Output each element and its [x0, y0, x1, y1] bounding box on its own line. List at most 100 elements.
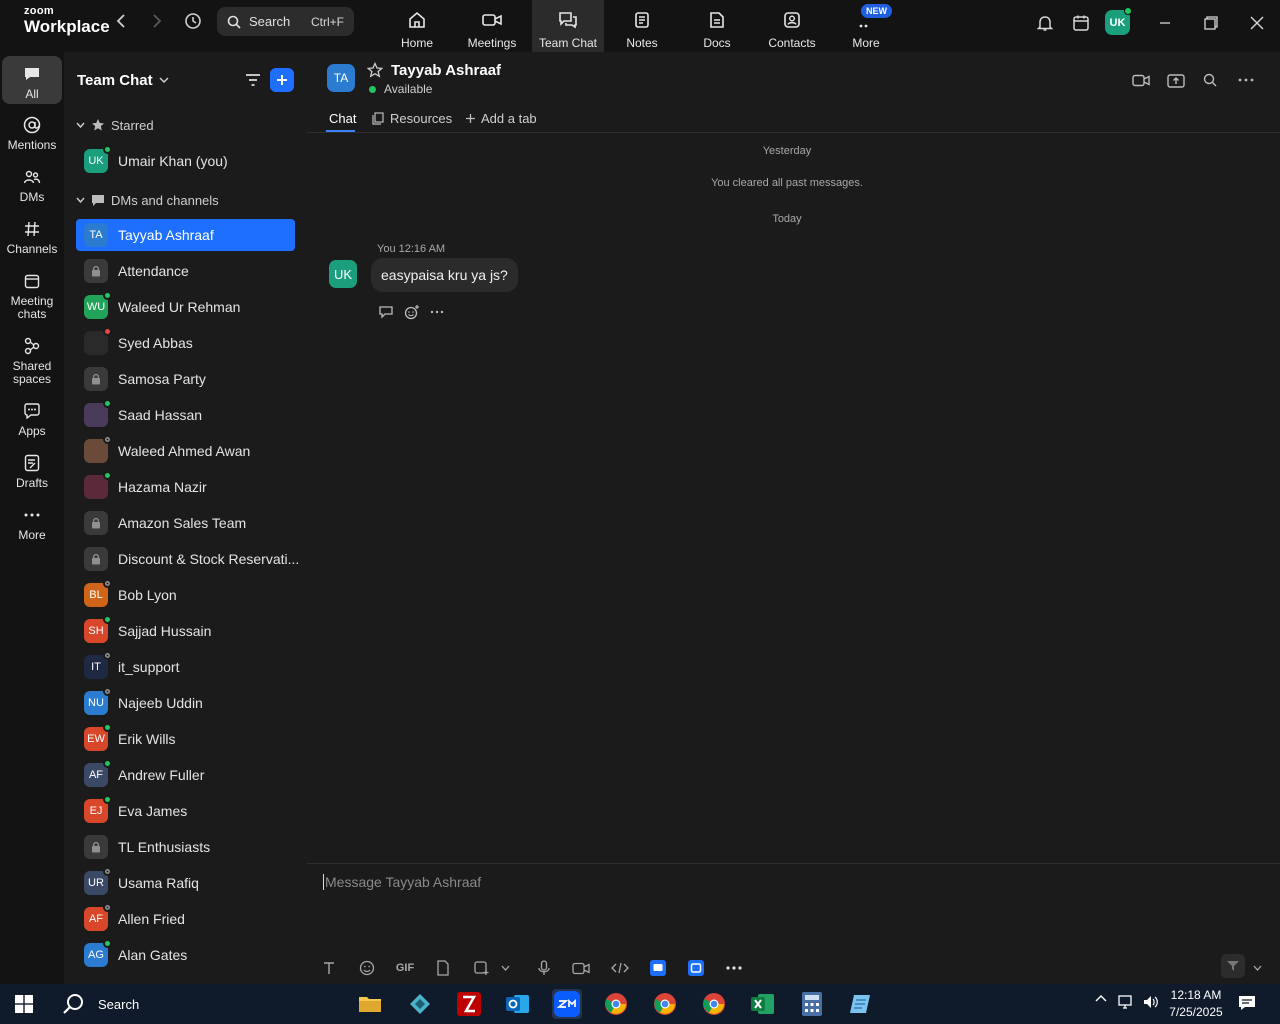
tab-notes[interactable]: Notes [606, 0, 678, 52]
send-options-chevron-icon[interactable] [1246, 958, 1268, 978]
tab-docs[interactable]: Docs [681, 0, 753, 52]
gif-button[interactable]: GIF [394, 958, 416, 978]
message-bubble[interactable]: easypaisa kru ya js? [371, 258, 518, 292]
tab-resources[interactable]: Resources [372, 108, 452, 128]
rail-dms[interactable]: DMs [2, 166, 62, 204]
outlook-icon[interactable] [503, 989, 533, 1019]
forward-button[interactable] [146, 10, 168, 32]
chrome-profile-2-icon[interactable] [699, 989, 729, 1019]
list-item[interactable]: Syed Abbas [76, 327, 295, 359]
format-text-icon[interactable] [318, 958, 340, 978]
tab-home[interactable]: Home [381, 0, 453, 52]
list-item[interactable]: AG Alan Gates [76, 939, 295, 971]
close-icon[interactable] [1246, 12, 1268, 34]
star-outline-icon[interactable] [367, 62, 383, 78]
filter-icon[interactable] [243, 70, 263, 90]
tab-meetings[interactable]: Meetings [456, 0, 528, 52]
list-item[interactable]: EW Erik Wills [76, 723, 295, 755]
list-item[interactable]: SH Sajjad Hussain [76, 615, 295, 647]
list-item[interactable]: Hazama Nazir [76, 471, 295, 503]
emoji-icon[interactable] [356, 958, 378, 978]
more-options-icon[interactable] [1235, 70, 1257, 90]
rail-apps[interactable]: Apps [2, 400, 62, 438]
rail-more[interactable]: More [2, 504, 62, 542]
chevron-down-icon[interactable] [494, 958, 516, 978]
app-icon-blue-2[interactable] [685, 958, 707, 978]
excel-icon[interactable] [748, 989, 778, 1019]
section-starred[interactable]: Starred [76, 115, 154, 135]
rail-drafts[interactable]: Drafts [2, 452, 62, 490]
chevron-down-icon [76, 122, 85, 128]
list-item[interactable]: EJ Eva James [76, 795, 295, 827]
list-item[interactable]: AF Allen Fried [76, 903, 295, 935]
sidebar-title[interactable]: Team Chat [77, 72, 169, 89]
volume-icon[interactable] [1142, 994, 1160, 1010]
code-icon[interactable] [609, 958, 631, 978]
notepad-icon[interactable] [846, 989, 876, 1019]
tray-chevron-up-icon[interactable] [1095, 994, 1107, 1002]
zoom-taskbar-icon[interactable] [552, 989, 582, 1019]
bell-icon[interactable] [1034, 12, 1056, 34]
taskbar-clock[interactable]: 12:18 AM 7/25/2025 [1164, 987, 1228, 1021]
tab-chat[interactable]: Chat [329, 108, 356, 128]
message-more-icon[interactable] [430, 310, 444, 314]
taskbar-search[interactable]: Search [56, 984, 139, 1024]
rail-channels[interactable]: Channels [2, 218, 62, 256]
reply-icon[interactable] [378, 305, 394, 319]
filezilla-icon[interactable] [454, 989, 484, 1019]
send-button[interactable] [1221, 954, 1245, 978]
list-item[interactable]: BL Bob Lyon [76, 579, 295, 611]
list-item[interactable]: UK Umair Khan (you) [76, 145, 295, 177]
list-item[interactable]: Waleed Ahmed Awan [76, 435, 295, 467]
back-button[interactable] [110, 10, 132, 32]
calendar-top-icon[interactable] [1070, 12, 1092, 34]
network-icon[interactable] [1117, 994, 1135, 1010]
list-item[interactable]: Amazon Sales Team [76, 507, 295, 539]
rail-mentions[interactable]: Mentions [2, 114, 62, 152]
windows-start-icon[interactable] [9, 989, 39, 1019]
tab-contacts[interactable]: Contacts [756, 0, 828, 52]
message-avatar[interactable]: UK [329, 260, 357, 288]
video-call-icon[interactable] [1130, 70, 1152, 90]
file-icon[interactable] [432, 958, 454, 978]
list-item[interactable]: Saad Hassan [76, 399, 295, 431]
search-box[interactable]: Search Ctrl+F [217, 7, 354, 36]
search-chat-icon[interactable] [1199, 70, 1221, 90]
message-input[interactable]: Message Tayyab Ashraaf [323, 874, 481, 890]
list-item[interactable]: TA Tayyab Ashraaf [76, 219, 295, 251]
list-item[interactable]: AF Andrew Fuller [76, 759, 295, 791]
calculator-icon[interactable] [797, 989, 827, 1019]
rail-meeting-chats[interactable]: Meeting chats [2, 270, 62, 321]
restore-icon[interactable] [1200, 12, 1222, 34]
list-item[interactable]: Samosa Party [76, 363, 295, 395]
list-item[interactable]: UR Usama Rafiq [76, 867, 295, 899]
app-diamond-icon[interactable] [405, 989, 435, 1019]
rail-shared-spaces[interactable]: Shared spaces [2, 335, 62, 386]
chat-title[interactable]: Tayyab Ashraaf [391, 62, 501, 79]
app-icon-blue-1[interactable] [647, 958, 669, 978]
minimize-icon[interactable] [1154, 12, 1176, 34]
screenshot-icon[interactable] [470, 958, 492, 978]
add-tab-button[interactable]: Add a tab [465, 108, 537, 128]
microphone-icon[interactable] [533, 958, 555, 978]
composer-more-icon[interactable] [723, 958, 745, 978]
share-screen-icon[interactable] [1165, 70, 1187, 90]
video-message-icon[interactable] [570, 958, 592, 978]
list-item[interactable]: IT it_support [76, 651, 295, 683]
chrome-icon[interactable] [601, 989, 631, 1019]
list-item[interactable]: WU Waleed Ur Rehman [76, 291, 295, 323]
notifications-icon[interactable] [1238, 994, 1256, 1012]
list-item[interactable]: Discount & Stock Reservati... [76, 543, 299, 575]
list-item[interactable]: NU Najeeb Uddin [76, 687, 295, 719]
chrome-profile-icon[interactable] [650, 989, 680, 1019]
new-chat-button[interactable] [270, 68, 294, 92]
list-item[interactable]: Attendance [76, 255, 295, 287]
add-reaction-icon[interactable] [404, 304, 420, 320]
rail-all[interactable]: All [2, 56, 62, 104]
section-dms-channels[interactable]: DMs and channels [76, 190, 219, 210]
tab-team-chat[interactable]: Team Chat [532, 0, 604, 52]
list-item[interactable]: TL Enthusiasts [76, 831, 295, 863]
history-icon[interactable] [182, 10, 204, 32]
file-explorer-icon[interactable] [355, 989, 385, 1019]
chat-avatar[interactable]: TA [327, 64, 355, 92]
